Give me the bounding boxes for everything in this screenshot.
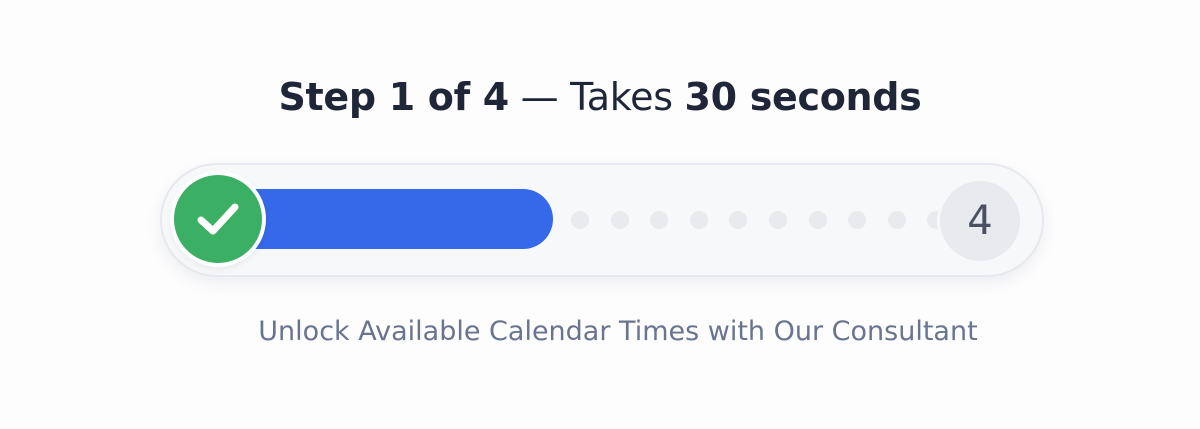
remaining-step-dot [729, 211, 747, 229]
remaining-step-dot [650, 211, 668, 229]
check-icon [197, 203, 239, 235]
duration-text: 30 seconds [684, 75, 922, 119]
remaining-step-dot [848, 211, 866, 229]
title-separator: — Takes [508, 75, 685, 119]
subtitle: Unlock Available Calendar Times with Our… [258, 316, 978, 347]
remaining-step-dot [809, 211, 827, 229]
remaining-step-dot [611, 211, 629, 229]
remaining-step-dot [571, 211, 589, 229]
completed-step-badge [174, 175, 262, 263]
final-step-badge: 4 [940, 181, 1020, 261]
progress-fill [220, 189, 553, 249]
page-title: Step 1 of 4 — Takes 30 seconds [0, 72, 1200, 122]
remaining-step-dot [888, 211, 906, 229]
remaining-step-dot [690, 211, 708, 229]
progress-widget: Step 1 of 4 — Takes 30 seconds 4 Unlock … [0, 0, 1200, 429]
remaining-step-dot [769, 211, 787, 229]
step-count: Step 1 of 4 [278, 75, 509, 119]
